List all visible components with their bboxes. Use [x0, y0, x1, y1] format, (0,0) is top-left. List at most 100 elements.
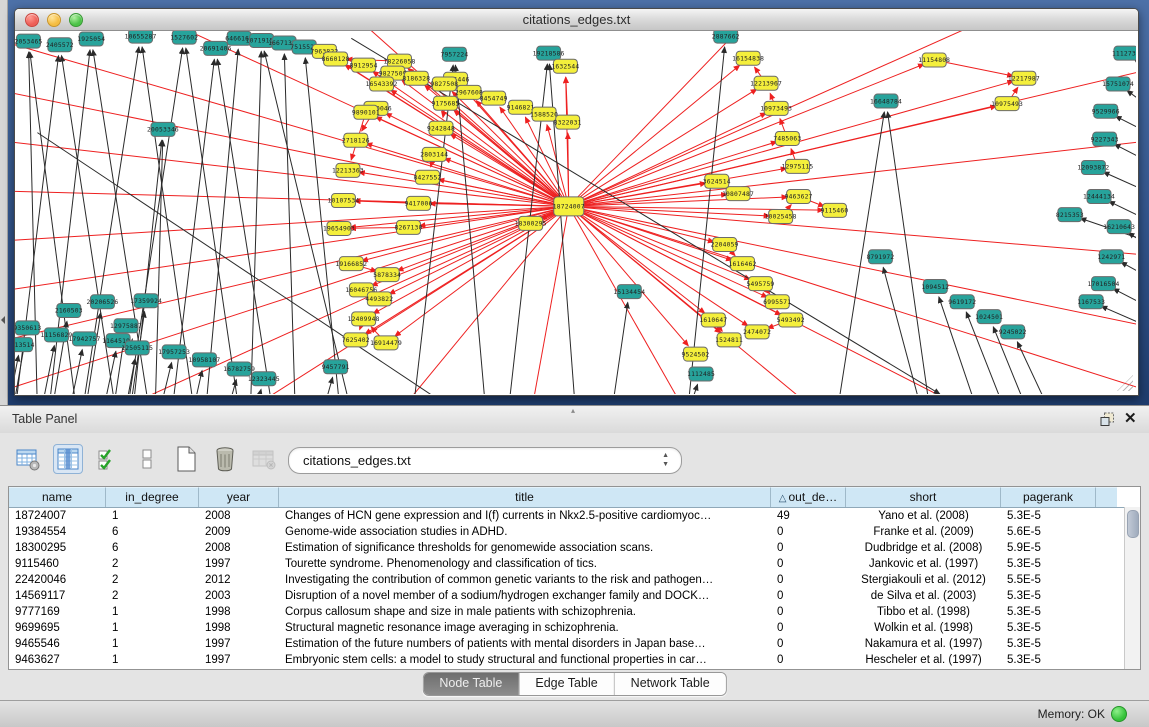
table-cell[interactable]: Jankovic et al. (1997) [846, 556, 1001, 572]
table-cell[interactable]: 5.5E-5 [1001, 572, 1096, 588]
graph-node[interactable]: 9245022 [999, 325, 1027, 339]
tab-node-table[interactable]: Node Table [423, 673, 519, 695]
table-cell[interactable]: 0 [771, 524, 846, 540]
left-panel-splitter[interactable] [0, 0, 8, 405]
table-row[interactable]: 969969511998Structural magnetic resonanc… [9, 620, 1140, 636]
new-column-icon[interactable] [172, 445, 200, 473]
graph-node[interactable]: 12409948 [348, 312, 380, 326]
table-cell[interactable]: Investigating the contribution of common… [279, 572, 771, 588]
table-cell[interactable]: Hescheler et al. (1997) [846, 652, 1001, 668]
graph-node[interactable]: 1616462 [729, 257, 757, 271]
table-cell[interactable]: 49 [771, 508, 846, 524]
table-cell[interactable]: Disruption of a novel member of a sodium… [279, 588, 771, 604]
table-cell[interactable]: 5.3E-5 [1001, 556, 1096, 572]
table-cell[interactable]: Estimation of significance thresholds fo… [279, 540, 771, 556]
graph-node[interactable]: 9350613 [15, 321, 41, 335]
graph-node[interactable]: 8791972 [866, 250, 894, 264]
tab-network-table[interactable]: Network Table [615, 673, 726, 695]
table-row[interactable]: 911546021997Tourette syndrome. Phenomeno… [9, 556, 1140, 572]
table-cell[interactable]: 18724007 [9, 508, 106, 524]
table-cell[interactable]: 19384554 [9, 524, 106, 540]
table-cell[interactable]: 0 [771, 652, 846, 668]
graph-node[interactable]: 9524502 [681, 347, 709, 361]
graph-node[interactable]: 2204059 [711, 237, 739, 251]
table-cell[interactable]: 0 [771, 604, 846, 620]
graph-node[interactable]: 12093872 [1077, 160, 1109, 174]
graph-node[interactable]: 16914479 [370, 336, 402, 350]
graph-node[interactable]: 17359924 [130, 294, 162, 308]
column-header-in_degree[interactable]: in_degree [106, 487, 199, 507]
table-cell[interactable]: 9699695 [9, 620, 106, 636]
graph-node[interactable]: 4493822 [365, 292, 393, 306]
graph-node[interactable]: 11154808 [918, 53, 950, 67]
graph-node[interactable]: 8322031 [554, 115, 582, 129]
column-header-pagerank[interactable]: pagerank [1001, 487, 1096, 507]
table-cell[interactable]: 1 [106, 508, 199, 524]
graph-node[interactable]: 9227343 [1091, 132, 1119, 146]
table-cell[interactable]: 0 [771, 588, 846, 604]
table-cell[interactable]: Dudbridge et al. (2008) [846, 540, 1001, 556]
table-cell[interactable]: 2009 [199, 524, 279, 540]
table-cell[interactable]: 5.6E-5 [1001, 524, 1096, 540]
table-cell[interactable]: 2008 [199, 508, 279, 524]
column-header-out_de[interactable]: △out_de… [771, 487, 846, 507]
graph-node[interactable]: 19218586 [533, 46, 565, 60]
select-all-checks-icon[interactable] [94, 445, 122, 473]
graph-node[interactable]: 17957253 [158, 345, 190, 359]
graph-node[interactable]: 12975887 [110, 319, 142, 333]
graph-node[interactable]: 10975493 [991, 97, 1023, 111]
show-columns-icon[interactable] [53, 444, 83, 474]
table-cell[interactable]: 1998 [199, 604, 279, 620]
graph-node[interactable]: 8454749 [480, 91, 508, 105]
graph-node[interactable]: 20053346 [147, 122, 179, 136]
table-cell[interactable]: Genome-wide association studies in ADHD. [279, 524, 771, 540]
scrollbar-thumb[interactable] [1127, 510, 1139, 538]
graph-node[interactable]: 16782759 [223, 362, 255, 376]
graph-node[interactable]: 1112734 [1112, 46, 1136, 60]
table-cell[interactable]: Tibbo et al. (1998) [846, 604, 1001, 620]
graph-node[interactable]: 10958107 [188, 353, 220, 367]
table-vertical-scrollbar[interactable] [1124, 507, 1140, 669]
graph-node[interactable]: 12213967 [750, 76, 782, 90]
table-cell[interactable]: Nakamura et al. (1997) [846, 636, 1001, 652]
table-cell[interactable]: 2008 [199, 540, 279, 556]
graph-node[interactable]: 12213363 [332, 163, 364, 177]
table-cell[interactable]: 18300295 [9, 540, 106, 556]
table-cell[interactable]: Yano et al. (2008) [846, 508, 1001, 524]
table-cell[interactable]: 5.3E-5 [1001, 588, 1096, 604]
table-row[interactable]: 946362711997Embryonic stem cells: a mode… [9, 652, 1140, 668]
table-cell[interactable]: 0 [771, 556, 846, 572]
graph-node[interactable]: 1610647 [699, 313, 727, 327]
panel-splitter-handle[interactable]: ▴ [571, 406, 575, 415]
graph-node[interactable]: 2887662 [712, 31, 740, 43]
graph-node[interactable]: 20691406 [200, 41, 232, 55]
graph-node[interactable]: 17942757 [69, 332, 101, 346]
delete-column-icon[interactable] [211, 445, 239, 473]
graph-node[interactable]: 5493492 [777, 313, 805, 327]
graph-node[interactable]: 5878334 [373, 268, 401, 282]
table-cell[interactable]: Corpus callosum shape and size in male p… [279, 604, 771, 620]
table-cell[interactable]: 5.3E-5 [1001, 652, 1096, 668]
table-cell[interactable]: 0 [771, 636, 846, 652]
graph-node[interactable]: 2803144 [420, 147, 448, 161]
table-row[interactable]: 977716911998Corpus callosum shape and si… [9, 604, 1140, 620]
table-cell[interactable]: 6 [106, 540, 199, 556]
table-cell[interactable]: 2012 [199, 572, 279, 588]
graph-node[interactable]: 15751074 [1102, 77, 1134, 91]
table-cell[interactable]: 2003 [199, 588, 279, 604]
graph-node[interactable]: 1024501 [975, 310, 1003, 324]
graph-node[interactable]: 9457791 [322, 360, 350, 374]
table-row[interactable]: 1456911722003Disruption of a novel membe… [9, 588, 1140, 604]
graph-node[interactable]: 16543392 [366, 77, 398, 91]
graph-node[interactable]: 9115460 [820, 203, 848, 217]
graph-node[interactable]: 9417006 [405, 196, 433, 210]
table-row[interactable]: 2242004622012Investigating the contribut… [9, 572, 1140, 588]
graph-node[interactable]: 10025458 [765, 209, 797, 223]
graph-node[interactable]: 9463627 [785, 190, 813, 204]
graph-node[interactable]: 17016504 [1088, 277, 1120, 291]
graph-node[interactable]: 1632544 [551, 59, 579, 73]
table-cell[interactable]: Structural magnetic resonance image aver… [279, 620, 771, 636]
column-header-year[interactable]: year [199, 487, 279, 507]
graph-node[interactable]: 1925054 [77, 32, 105, 46]
graph-node[interactable]: 3913514 [15, 338, 35, 352]
